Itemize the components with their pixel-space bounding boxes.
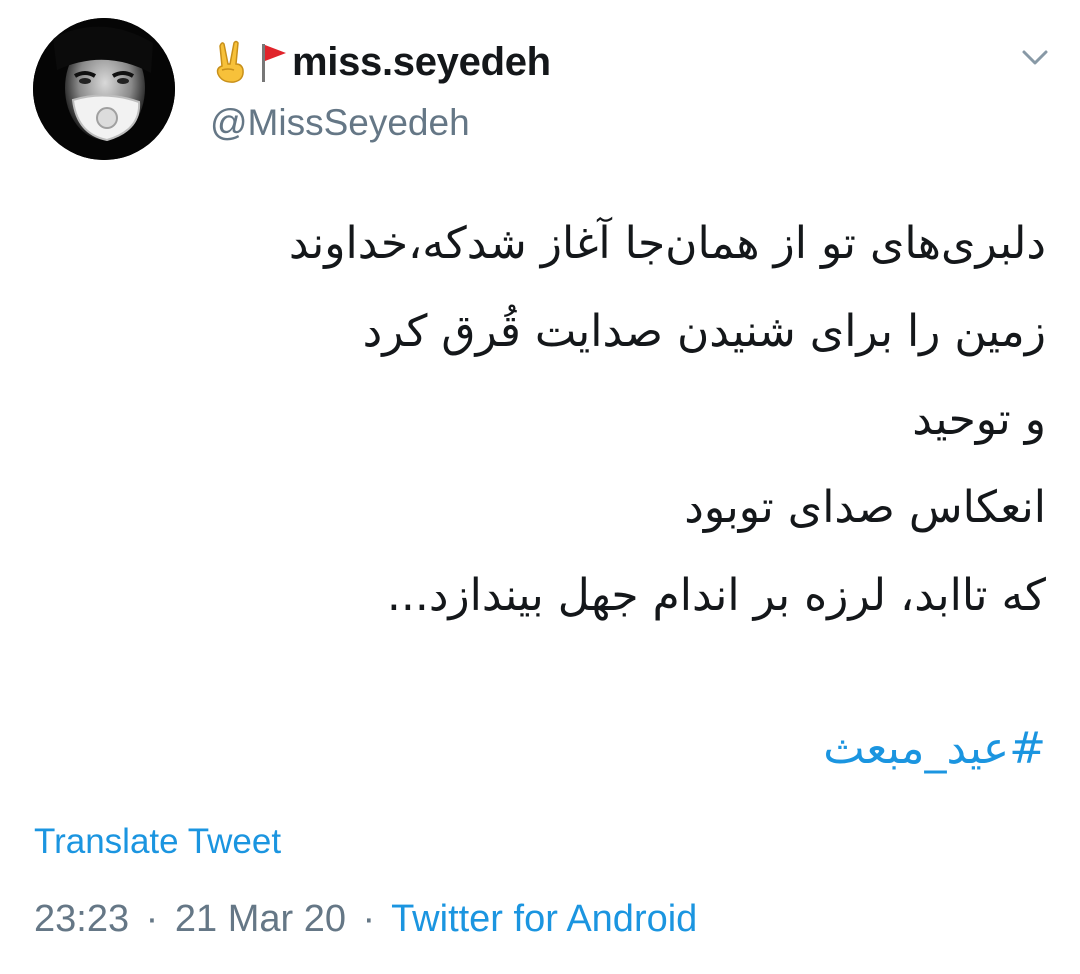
meta-separator: · xyxy=(145,898,159,940)
meta-separator: · xyxy=(362,898,376,940)
tweet-date: 21 Mar 20 xyxy=(174,898,346,940)
user-handle[interactable]: @MissSeyedeh xyxy=(210,102,470,144)
hashtag-link[interactable]: #عید_مبعث xyxy=(823,716,1046,782)
red-flag-icon xyxy=(256,40,290,84)
tweet-time: 23:23 xyxy=(34,898,130,940)
tweet-line: زمین را برای شنیدن صدایت قُرق کرد xyxy=(362,306,1046,357)
chevron-down-icon[interactable] xyxy=(1018,42,1052,72)
display-name[interactable]: miss.seyedeh xyxy=(292,40,551,85)
tweet-source-link[interactable]: Twitter for Android xyxy=(391,898,697,940)
victory-hand-icon xyxy=(210,40,250,84)
tweet-meta: 23:23 · 21 Mar 20 · Twitter for Android xyxy=(34,898,697,941)
avatar-photo xyxy=(33,18,175,160)
tweet-line: انعکاس صدای توبود xyxy=(684,482,1046,533)
tweet-text: دلبری‌های تو از همان‌جا آغاز شدکه،خداوند… xyxy=(34,200,1046,640)
avatar[interactable] xyxy=(33,18,175,160)
tweet-line: دلبری‌های تو از همان‌جا آغاز شدکه،خداوند xyxy=(288,218,1046,269)
tweet-line: که تاابد، لرزه بر اندام جهل بیندازد... xyxy=(386,570,1046,621)
translate-tweet-link[interactable]: Translate Tweet xyxy=(34,822,281,862)
user-name-row[interactable]: miss.seyedeh xyxy=(210,38,551,86)
tweet-line: و توحید xyxy=(912,394,1046,445)
